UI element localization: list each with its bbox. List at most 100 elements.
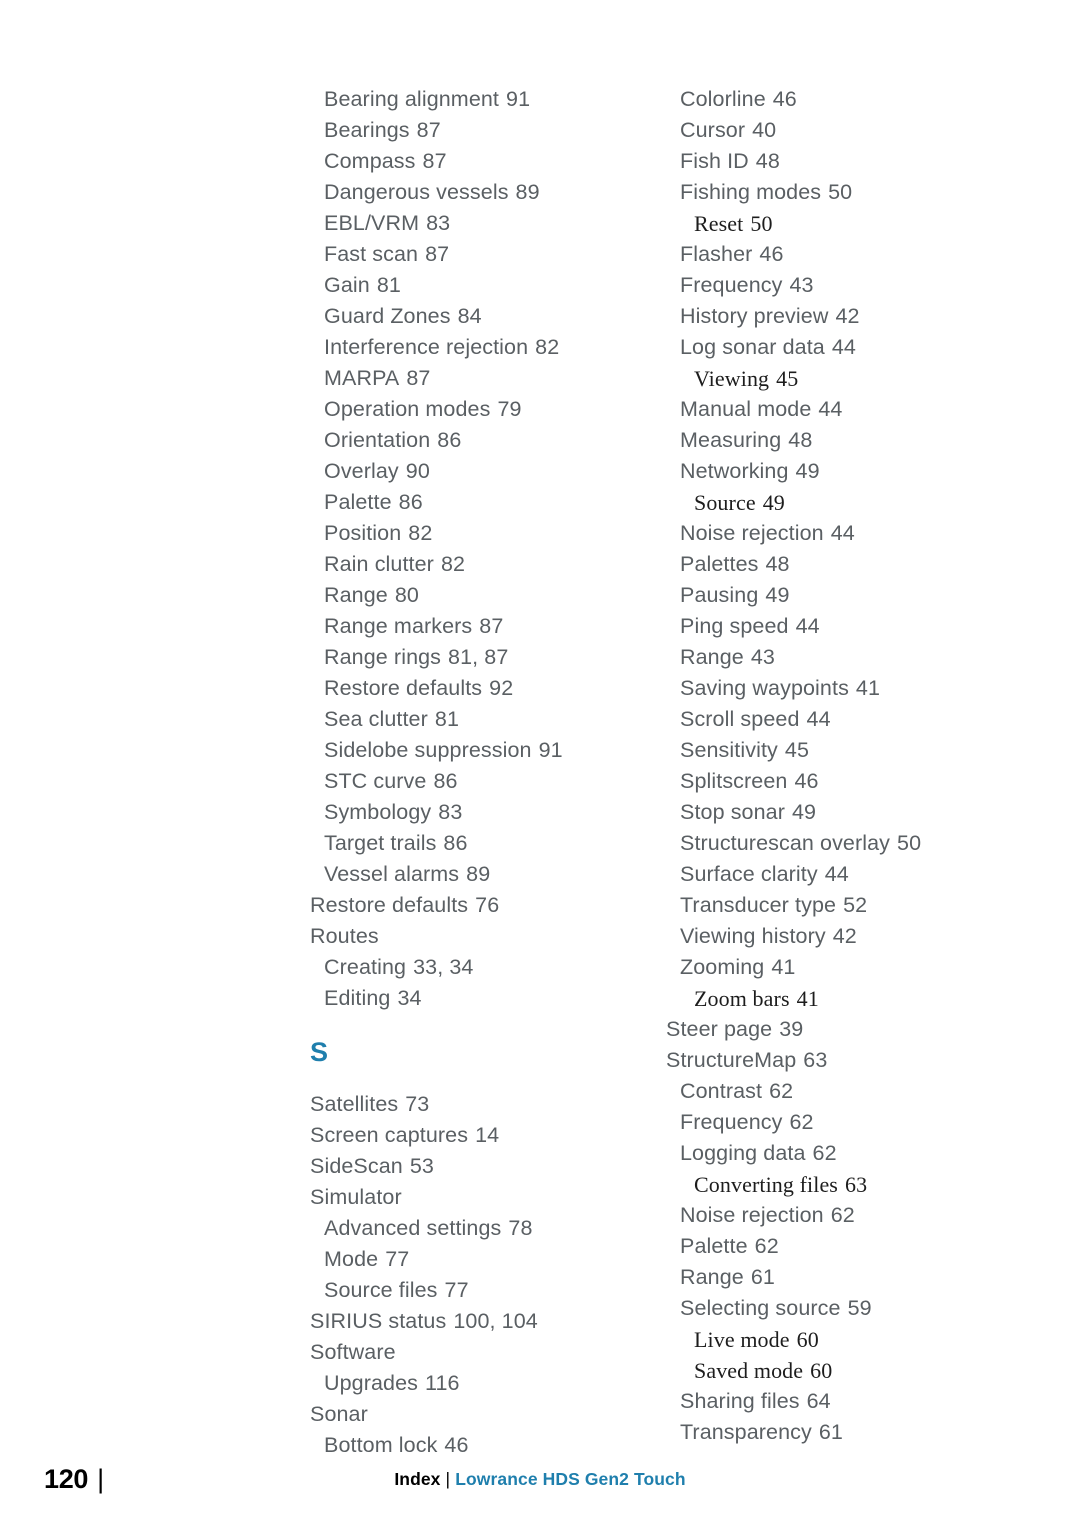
index-entry[interactable]: Range rings 81, 87 xyxy=(310,642,640,673)
index-entry[interactable]: Mode 77 xyxy=(310,1244,640,1275)
index-entry-pages: 46 xyxy=(794,769,819,793)
index-entry[interactable]: Screen captures 14 xyxy=(310,1120,640,1151)
index-entry[interactable]: Gain 81 xyxy=(310,270,640,301)
index-entry[interactable]: Orientation 86 xyxy=(310,425,640,456)
index-entry-label: Frequency xyxy=(680,273,783,297)
index-entry[interactable]: Zooming 41 xyxy=(666,952,1026,983)
index-entry[interactable]: Sonar xyxy=(310,1399,640,1430)
index-entry-pages: 92 xyxy=(489,676,514,700)
index-entry[interactable]: Frequency 43 xyxy=(666,270,1026,301)
index-entry[interactable]: Transparency 61 xyxy=(666,1417,1026,1448)
index-entry[interactable]: Source 49 xyxy=(666,487,1026,518)
index-entry[interactable]: Viewing history 42 xyxy=(666,921,1026,952)
index-entry[interactable]: Live mode 60 xyxy=(666,1324,1026,1355)
index-entry[interactable]: Sea clutter 81 xyxy=(310,704,640,735)
index-entry[interactable]: Reset 50 xyxy=(666,208,1026,239)
index-entry[interactable]: Bearings 87 xyxy=(310,115,640,146)
index-entry[interactable]: Guard Zones 84 xyxy=(310,301,640,332)
index-entry[interactable]: Saving waypoints 41 xyxy=(666,673,1026,704)
index-entry-label: Contrast xyxy=(680,1079,763,1103)
index-entry-pages: 100, 104 xyxy=(453,1309,538,1333)
index-entry[interactable]: Rain clutter 82 xyxy=(310,549,640,580)
index-entry[interactable]: Networking 49 xyxy=(666,456,1026,487)
index-entry[interactable]: Vessel alarms 89 xyxy=(310,859,640,890)
index-entry[interactable]: Selecting source 59 xyxy=(666,1293,1026,1324)
index-entry[interactable]: StructureMap 63 xyxy=(666,1045,1026,1076)
index-entry[interactable]: Stop sonar 49 xyxy=(666,797,1026,828)
index-entry[interactable]: Satellites 73 xyxy=(310,1089,640,1120)
index-entry[interactable]: Restore defaults 92 xyxy=(310,673,640,704)
index-entry[interactable]: Upgrades 116 xyxy=(310,1368,640,1399)
index-entry[interactable]: Transducer type 52 xyxy=(666,890,1026,921)
index-entry-label: Bearing alignment xyxy=(324,87,500,111)
index-entry[interactable]: Range 61 xyxy=(666,1262,1026,1293)
index-entry[interactable]: Viewing 45 xyxy=(666,363,1026,394)
index-entry[interactable]: Ping speed 44 xyxy=(666,611,1026,642)
index-entry[interactable]: Log sonar data 44 xyxy=(666,332,1026,363)
index-entry-label: Range rings xyxy=(324,645,442,669)
index-entry[interactable]: Sidelobe suppression 91 xyxy=(310,735,640,766)
index-entry[interactable]: Routes xyxy=(310,921,640,952)
index-entry[interactable]: Simulator xyxy=(310,1182,640,1213)
index-entry[interactable]: Range markers 87 xyxy=(310,611,640,642)
index-entry[interactable]: Symbology 83 xyxy=(310,797,640,828)
index-entry[interactable]: History preview 42 xyxy=(666,301,1026,332)
index-entry[interactable]: Software xyxy=(310,1337,640,1368)
index-entry[interactable]: Editing 34 xyxy=(310,983,640,1014)
index-entry[interactable]: Interference rejection 82 xyxy=(310,332,640,363)
index-entry-pages: 53 xyxy=(409,1154,434,1178)
index-entry[interactable]: SideScan 53 xyxy=(310,1151,640,1182)
index-entry[interactable]: Cursor 40 xyxy=(666,115,1026,146)
index-entry[interactable]: Position 82 xyxy=(310,518,640,549)
index-entry[interactable]: Saved mode 60 xyxy=(666,1355,1026,1386)
index-entry[interactable]: Palettes 48 xyxy=(666,549,1026,580)
index-entry[interactable]: Logging data 62 xyxy=(666,1138,1026,1169)
index-entry-pages: 62 xyxy=(812,1141,837,1165)
index-entry[interactable]: Range 80 xyxy=(310,580,640,611)
index-entry[interactable]: Fishing modes 50 xyxy=(666,177,1026,208)
index-entry[interactable]: Manual mode 44 xyxy=(666,394,1026,425)
index-entry[interactable]: Contrast 62 xyxy=(666,1076,1026,1107)
index-entry[interactable]: Palette 86 xyxy=(310,487,640,518)
index-entry-pages: 42 xyxy=(835,304,860,328)
index-entry[interactable]: Flasher 46 xyxy=(666,239,1026,270)
index-entry[interactable]: Zoom bars 41 xyxy=(666,983,1026,1014)
index-entry[interactable]: Operation modes 79 xyxy=(310,394,640,425)
index-entry[interactable]: Target trails 86 xyxy=(310,828,640,859)
index-entry[interactable]: Pausing 49 xyxy=(666,580,1026,611)
index-entry[interactable]: Converting files 63 xyxy=(666,1169,1026,1200)
index-entry[interactable]: Creating 33, 34 xyxy=(310,952,640,983)
index-entry-pages: 60 xyxy=(796,1327,819,1352)
index-entry[interactable]: Frequency 62 xyxy=(666,1107,1026,1138)
index-entry[interactable]: Bottom lock 46 xyxy=(310,1430,640,1461)
index-entry-label: StructureMap xyxy=(666,1048,797,1072)
index-entry-label: MARPA xyxy=(324,366,400,390)
index-entry[interactable]: MARPA 87 xyxy=(310,363,640,394)
index-entry[interactable]: Noise rejection 44 xyxy=(666,518,1026,549)
index-entry[interactable]: Dangerous vessels 89 xyxy=(310,177,640,208)
index-entry[interactable]: Structurescan overlay 50 xyxy=(666,828,1026,859)
index-entry[interactable]: Advanced settings 78 xyxy=(310,1213,640,1244)
index-entry[interactable]: Source files 77 xyxy=(310,1275,640,1306)
index-entry[interactable]: Sharing files 64 xyxy=(666,1386,1026,1417)
index-entry[interactable]: Overlay 90 xyxy=(310,456,640,487)
index-entry[interactable]: Range 43 xyxy=(666,642,1026,673)
index-entry[interactable]: Compass 87 xyxy=(310,146,640,177)
index-entry[interactable]: Colorline 46 xyxy=(666,84,1026,115)
index-entry[interactable]: Bearing alignment 91 xyxy=(310,84,640,115)
index-entry[interactable]: SIRIUS status 100, 104 xyxy=(310,1306,640,1337)
index-entry[interactable]: Steer page 39 xyxy=(666,1014,1026,1045)
index-entry[interactable]: Surface clarity 44 xyxy=(666,859,1026,890)
index-entry[interactable]: Noise rejection 62 xyxy=(666,1200,1026,1231)
index-entry[interactable]: Measuring 48 xyxy=(666,425,1026,456)
index-entry[interactable]: Splitscreen 46 xyxy=(666,766,1026,797)
index-entry[interactable]: Scroll speed 44 xyxy=(666,704,1026,735)
index-entry[interactable]: Sensitivity 45 xyxy=(666,735,1026,766)
index-entry[interactable]: Fish ID 48 xyxy=(666,146,1026,177)
index-entry[interactable]: Palette 62 xyxy=(666,1231,1026,1262)
index-entry[interactable]: Restore defaults 76 xyxy=(310,890,640,921)
index-entry[interactable]: Fast scan 87 xyxy=(310,239,640,270)
index-entry[interactable]: STC curve 86 xyxy=(310,766,640,797)
index-entry-label: Sidelobe suppression xyxy=(324,738,532,762)
index-entry[interactable]: EBL/VRM 83 xyxy=(310,208,640,239)
